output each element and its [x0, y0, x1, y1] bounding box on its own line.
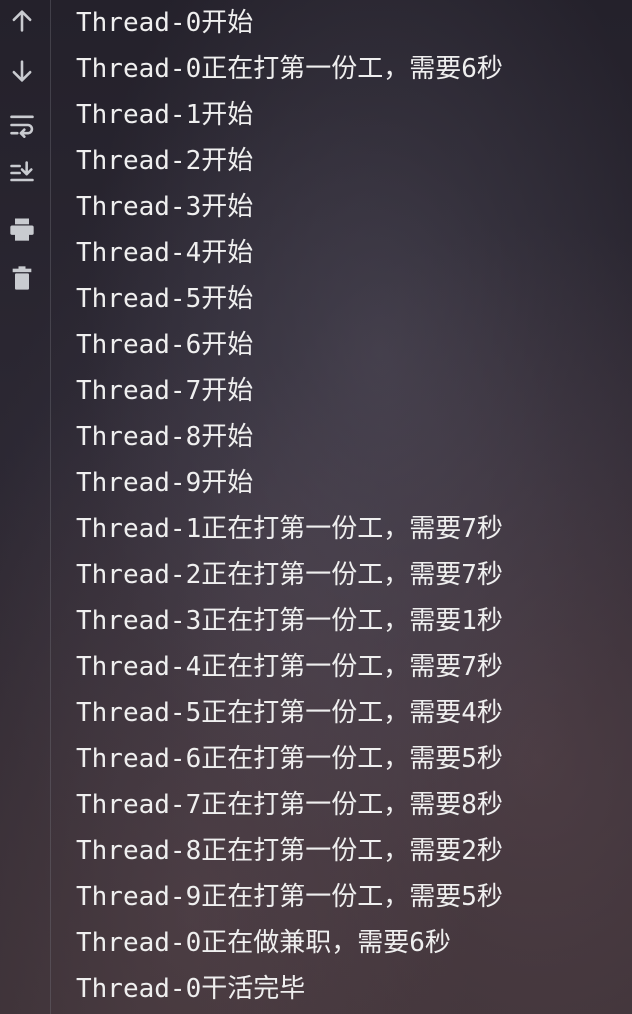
console-line: Thread-0干活完毕 [76, 974, 306, 1004]
console-line: Thread-2开始 [76, 146, 254, 176]
console-panel: Thread-0开始 Thread-0正在打第一份工，需要6秒 Thread-1开始… [0, 0, 632, 1014]
console-line: Thread-3正在打第一份工，需要1秒 [76, 606, 503, 636]
console-line: Thread-2正在打第一份工，需要7秒 [76, 560, 503, 590]
console-line: Thread-9开始 [76, 468, 254, 498]
console-line: Thread-1正在打第一份工，需要7秒 [76, 514, 503, 544]
trash-icon[interactable] [7, 263, 37, 293]
up-arrow-icon[interactable] [7, 6, 37, 36]
console-line: Thread-5正在打第一份工，需要4秒 [76, 698, 503, 728]
scroll-to-end-icon[interactable] [7, 158, 37, 188]
console-line: Thread-6正在打第一份工，需要5秒 [76, 744, 503, 774]
console-line: Thread-0正在打第一份工，需要6秒 [76, 54, 503, 84]
soft-wrap-icon[interactable] [7, 110, 37, 140]
console-line: Thread-0开始 [76, 8, 254, 38]
console-line: Thread-0正在做兼职，需要6秒 [76, 928, 451, 958]
console-line: Thread-8开始 [76, 422, 254, 452]
console-line: Thread-4正在打第一份工，需要7秒 [76, 652, 503, 682]
console-line: Thread-9正在打第一份工，需要5秒 [76, 882, 503, 912]
console-line: Thread-3开始 [76, 192, 254, 222]
console-toolbar [0, 0, 51, 1014]
console-line: Thread-6开始 [76, 330, 254, 360]
console-line: Thread-8正在打第一份工，需要2秒 [76, 836, 503, 866]
console-line: Thread-7开始 [76, 376, 254, 406]
console-line: Thread-7正在打第一份工，需要8秒 [76, 790, 503, 820]
console-line: Thread-4开始 [76, 238, 254, 268]
down-arrow-icon[interactable] [7, 56, 37, 86]
console-output: Thread-0开始 Thread-0正在打第一份工，需要6秒 Thread-1开始… [76, 0, 626, 1012]
print-icon[interactable] [7, 214, 37, 244]
console-line: Thread-1开始 [76, 100, 254, 130]
console-line: Thread-5开始 [76, 284, 254, 314]
